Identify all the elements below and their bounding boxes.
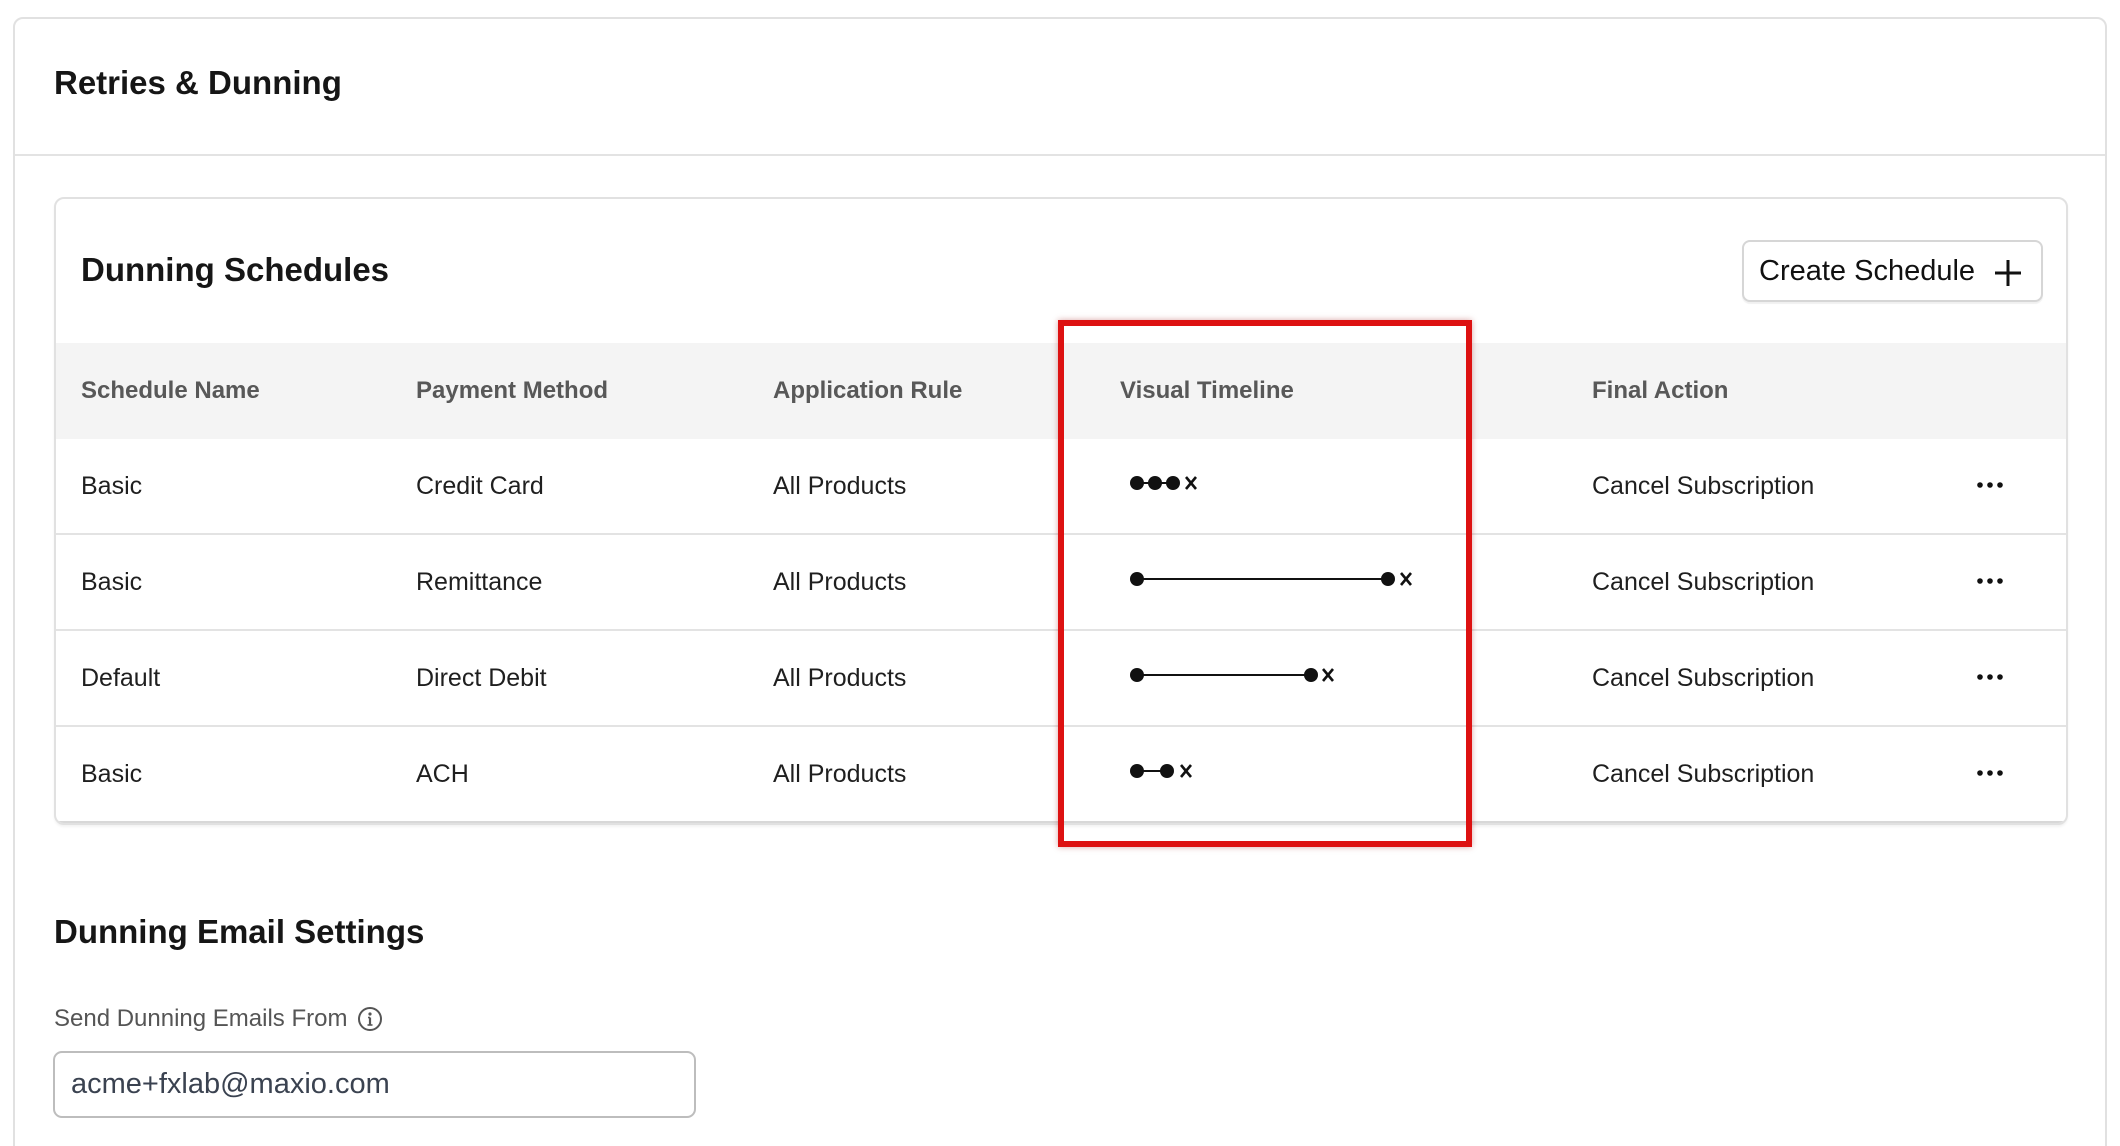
column-header-final-action[interactable]: Final Action [1592,377,1728,405]
send-from-email-input[interactable] [53,1051,696,1118]
send-from-label: Send Dunning Emails From [54,1005,383,1033]
column-header-payment-method[interactable]: Payment Method [416,377,608,405]
application-rule: All Products [773,472,907,500]
payment-method: ACH [416,760,469,788]
info-icon[interactable] [357,1006,383,1032]
divider [15,154,2105,156]
final-action: Cancel Subscription [1592,472,1815,500]
final-action: Cancel Subscription [1592,760,1815,788]
final-action: Cancel Subscription [1592,664,1815,692]
application-rule: All Products [773,664,907,692]
page-title: Retries & Dunning [54,64,342,101]
schedule-name: Basic [81,472,143,500]
payment-method: Remittance [416,568,543,596]
payment-method: Credit Card [416,472,544,500]
schedule-name: Basic [81,568,143,596]
email-settings-title: Dunning Email Settings [54,913,425,950]
create-schedule-button[interactable]: Create Schedule [1742,240,2043,302]
more-horizontal-icon[interactable] [1974,571,2006,591]
create-schedule-label: Create Schedule [1759,254,1976,287]
schedule-name: Basic [81,760,143,788]
column-header-schedule-name[interactable]: Schedule Name [81,377,260,405]
highlight-box [1058,320,1472,847]
column-header-application-rule[interactable]: Application Rule [773,377,962,405]
more-horizontal-icon[interactable] [1974,763,2006,783]
payment-method: Direct Debit [416,664,547,692]
more-horizontal-icon[interactable] [1974,475,2006,495]
application-rule: All Products [773,760,907,788]
card-title: Dunning Schedules [81,251,390,288]
application-rule: All Products [773,568,907,596]
plus-icon [1995,260,2021,286]
more-horizontal-icon[interactable] [1974,667,2006,687]
final-action: Cancel Subscription [1592,568,1815,596]
schedule-name: Default [81,664,161,692]
send-from-label-text: Send Dunning Emails From [54,1005,348,1032]
